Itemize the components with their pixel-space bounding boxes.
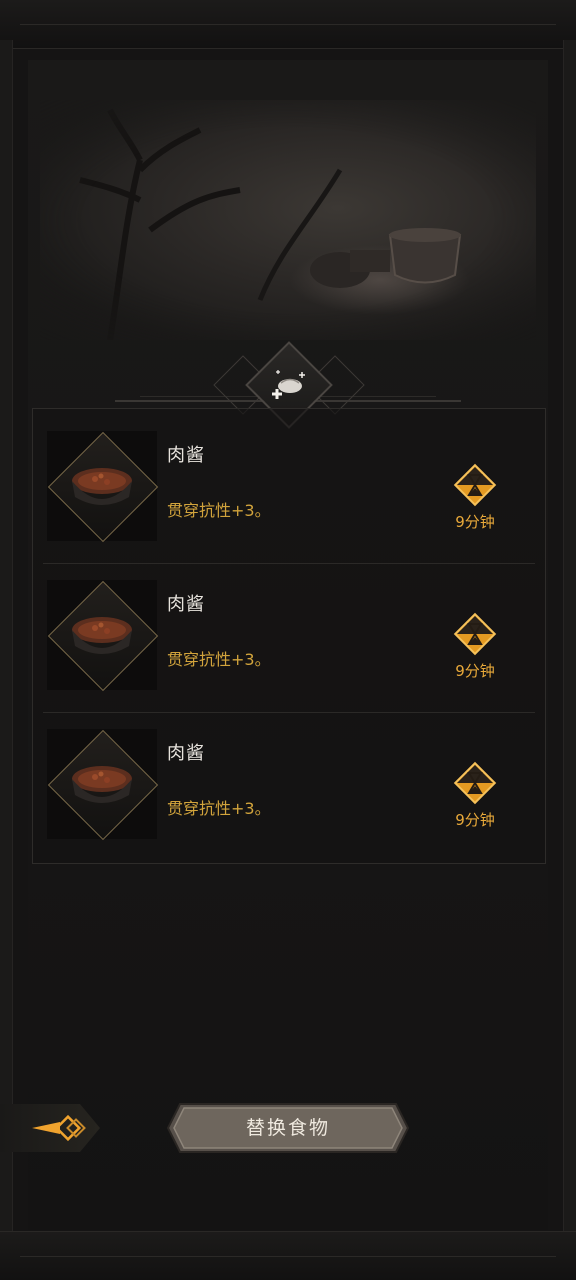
right-frame-rail (563, 40, 576, 1240)
replace-food-label: 替换食物 (245, 1117, 330, 1139)
food-buff-row[interactable]: 肉酱 贯穿抗性+3。 9分钟 (43, 717, 535, 861)
buff-duration: 9分钟 (455, 662, 495, 680)
food-buff-icon (272, 370, 305, 399)
buff-duration: 9分钟 (455, 513, 495, 531)
food-name: 肉酱 (167, 743, 205, 764)
meat-sauce-bowl-icon (72, 766, 132, 803)
food-buff-row[interactable]: 肉酱 贯穿抗性+3。 9分钟 (43, 419, 535, 564)
left-frame-rail (0, 40, 13, 1240)
meat-sauce-bowl-icon (72, 617, 132, 654)
bottom-frame (0, 1231, 576, 1280)
food-effect: 贯穿抗性+3。 (167, 501, 271, 520)
meat-sauce-bowl-icon (72, 468, 132, 505)
food-thumbnail (47, 729, 159, 841)
buff-duration: 9分钟 (455, 811, 495, 829)
top-frame (0, 0, 576, 49)
food-effect: 贯穿抗性+3。 (167, 799, 271, 818)
food-effect: 贯穿抗性+3。 (167, 650, 271, 669)
food-name: 肉酱 (167, 594, 205, 615)
food-buff-row[interactable]: 肉酱 贯穿抗性+3。 9分钟 (43, 568, 535, 713)
campfire-banner-image (40, 100, 536, 340)
hourglass-timer-icon (453, 612, 497, 656)
replace-food-button[interactable]: 替换食物 (166, 1102, 410, 1154)
food-buff-list: 肉酱 贯穿抗性+3。 9分钟 肉酱 贯穿抗性+3。 9分钟 肉酱 贯穿抗性+3。… (32, 408, 546, 864)
food-name: 肉酱 (167, 445, 205, 466)
food-thumbnail (47, 580, 159, 692)
hourglass-timer-icon (453, 463, 497, 507)
food-thumbnail (47, 431, 159, 543)
back-arrow-icon (32, 1114, 86, 1142)
back-button[interactable] (0, 1104, 100, 1152)
hourglass-timer-icon (453, 761, 497, 805)
